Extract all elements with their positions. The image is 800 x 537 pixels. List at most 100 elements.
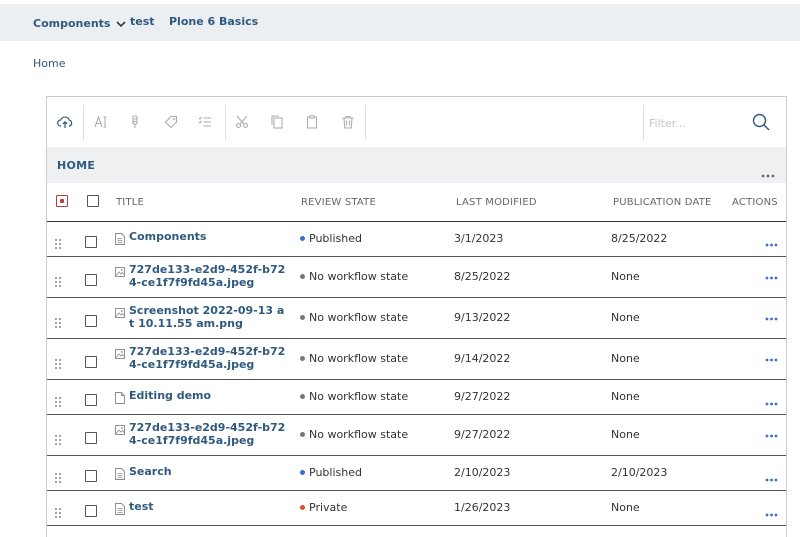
table-row[interactable]: Screenshot 2022-09-13 at 10.11.55 am.png… bbox=[47, 298, 786, 339]
drag-handle-icon[interactable] bbox=[54, 273, 62, 288]
last-modified: 3/1/2023 bbox=[454, 231, 504, 245]
item-title-link[interactable]: 727de133-e2d9-452f-b724-ce1f7f9fd45a.jpe… bbox=[129, 345, 289, 371]
breadcrumb-home[interactable]: Home bbox=[33, 57, 65, 70]
publication-date: None bbox=[611, 390, 640, 403]
item-title-link[interactable]: test bbox=[129, 500, 289, 513]
folder-title: HOME bbox=[57, 159, 96, 172]
review-state-label: No workflow state bbox=[309, 270, 409, 283]
last-modified: 9/27/2022 bbox=[454, 390, 511, 403]
review-state-label: Published bbox=[309, 466, 362, 479]
image-icon bbox=[115, 421, 125, 435]
row-checkbox[interactable] bbox=[85, 505, 97, 517]
row-actions-icon[interactable] bbox=[765, 347, 778, 366]
table-row[interactable]: Components Published 3/1/2023 8/25/2022 bbox=[47, 221, 786, 257]
drag-handle-icon[interactable] bbox=[54, 431, 62, 446]
sort-order-toggle[interactable] bbox=[56, 195, 68, 207]
page-icon bbox=[115, 500, 125, 515]
state-icon[interactable] bbox=[124, 111, 146, 133]
row-checkbox[interactable] bbox=[85, 356, 97, 368]
row-checkbox[interactable] bbox=[85, 394, 97, 406]
item-title-link[interactable]: Screenshot 2022-09-13 at 10.11.55 am.png bbox=[129, 304, 289, 330]
state-indicator bbox=[300, 470, 305, 475]
drag-handle-icon[interactable] bbox=[54, 469, 62, 484]
publication-date: None bbox=[611, 311, 640, 324]
row-actions-icon[interactable] bbox=[765, 391, 778, 410]
column-title[interactable]: TITLE bbox=[116, 197, 144, 208]
image-icon bbox=[115, 345, 125, 359]
drag-handle-icon[interactable] bbox=[54, 314, 62, 329]
publication-date: None bbox=[611, 501, 640, 514]
row-checkbox[interactable] bbox=[85, 315, 97, 327]
page-icon bbox=[115, 465, 125, 480]
cut-icon[interactable] bbox=[231, 111, 253, 133]
column-last-modified[interactable]: LAST MODIFIED bbox=[456, 197, 537, 208]
item-title-link[interactable]: Editing demo bbox=[129, 389, 289, 402]
rename-icon[interactable] bbox=[90, 111, 112, 133]
last-modified: 1/26/2023 bbox=[454, 501, 511, 514]
select-all-checkbox[interactable] bbox=[87, 195, 99, 207]
column-actions: ACTIONS bbox=[732, 197, 778, 208]
properties-icon[interactable] bbox=[194, 111, 216, 133]
review-state-label: No workflow state bbox=[309, 352, 409, 365]
row-actions-icon[interactable] bbox=[765, 502, 778, 521]
item-title-link[interactable]: Components bbox=[129, 230, 289, 243]
item-title-link[interactable]: 727de133-e2d9-452f-b724-ce1f7f9fd45a.jpe… bbox=[129, 421, 289, 447]
folder-contents-panel: HOME TITLE REVIEW STATE LAST MODIFIED PU… bbox=[46, 96, 787, 537]
row-actions-icon[interactable] bbox=[765, 232, 778, 251]
nav-item-test[interactable]: test bbox=[130, 15, 155, 28]
row-checkbox[interactable] bbox=[85, 274, 97, 286]
row-checkbox[interactable] bbox=[85, 470, 97, 482]
row-actions-icon[interactable] bbox=[765, 467, 778, 486]
ellipsis-icon[interactable] bbox=[761, 163, 775, 182]
nav-item-components[interactable]: Components bbox=[33, 17, 127, 32]
review-state-label: No workflow state bbox=[309, 390, 409, 403]
page-icon bbox=[115, 230, 125, 245]
row-checkbox[interactable] bbox=[85, 235, 97, 248]
review-state: No workflow state bbox=[300, 428, 408, 441]
table-row[interactable]: Editing demo No workflow state 9/27/2022 No… bbox=[47, 380, 786, 415]
table-header: TITLE REVIEW STATE LAST MODIFIED PUBLICA… bbox=[47, 183, 786, 222]
row-actions-icon[interactable] bbox=[765, 306, 778, 325]
chevron-down-icon[interactable] bbox=[116, 19, 127, 32]
filter-input[interactable] bbox=[647, 109, 746, 137]
drag-handle-icon[interactable] bbox=[54, 393, 62, 408]
item-title-link[interactable]: 727de133-e2d9-452f-b724-ce1f7f9fd45a.jpe… bbox=[129, 263, 289, 289]
review-state: No workflow state bbox=[300, 352, 408, 365]
publication-date: 2/10/2023 bbox=[611, 466, 668, 479]
tags-icon[interactable] bbox=[160, 111, 182, 133]
column-publication-date[interactable]: PUBLICATION DATE bbox=[613, 197, 712, 208]
table-row[interactable]: 727de133-e2d9-452f-b724-ce1f7f9fd45a.jpe… bbox=[47, 339, 786, 380]
drag-handle-icon[interactable] bbox=[54, 235, 62, 249]
last-modified: 9/14/2022 bbox=[454, 352, 511, 365]
table-row[interactable]: Search Published 2/10/2023 2/10/2023 bbox=[47, 456, 786, 491]
drag-handle-icon[interactable] bbox=[54, 355, 62, 370]
review-state-label: Private bbox=[309, 501, 348, 514]
state-indicator bbox=[300, 315, 305, 320]
upload-icon[interactable] bbox=[54, 111, 76, 133]
row-actions-icon[interactable] bbox=[765, 423, 778, 442]
row-actions-icon[interactable] bbox=[765, 265, 778, 284]
search-icon[interactable] bbox=[751, 112, 771, 132]
last-modified: 9/13/2022 bbox=[454, 311, 511, 324]
row-checkbox[interactable] bbox=[85, 432, 97, 444]
state-indicator bbox=[300, 274, 305, 279]
table-row[interactable]: 727de133-e2d9-452f-b724-ce1f7f9fd45a.jpe… bbox=[47, 415, 786, 456]
last-modified: 9/27/2022 bbox=[454, 428, 511, 441]
folder-header: HOME bbox=[47, 147, 786, 183]
table-row[interactable]: 727de133-e2d9-452f-b724-ce1f7f9fd45a.jpe… bbox=[47, 257, 786, 298]
nav-item-plone-6-basics[interactable]: Plone 6 Basics bbox=[169, 15, 258, 28]
item-title-link[interactable]: Search bbox=[129, 465, 289, 478]
drag-handle-icon[interactable] bbox=[54, 504, 62, 519]
review-state: Private bbox=[300, 501, 347, 514]
review-state: No workflow state bbox=[300, 270, 408, 283]
delete-icon[interactable] bbox=[337, 111, 359, 133]
copy-icon[interactable] bbox=[266, 111, 288, 133]
column-review-state[interactable]: REVIEW STATE bbox=[301, 197, 376, 208]
nav-item-label: Components bbox=[33, 17, 111, 30]
review-state-label: Published bbox=[309, 231, 362, 245]
state-indicator bbox=[300, 356, 305, 361]
table-row[interactable]: test Private 1/26/2023 None bbox=[47, 491, 786, 526]
state-indicator bbox=[300, 432, 305, 437]
file-icon bbox=[115, 389, 125, 404]
paste-icon[interactable] bbox=[301, 111, 323, 133]
